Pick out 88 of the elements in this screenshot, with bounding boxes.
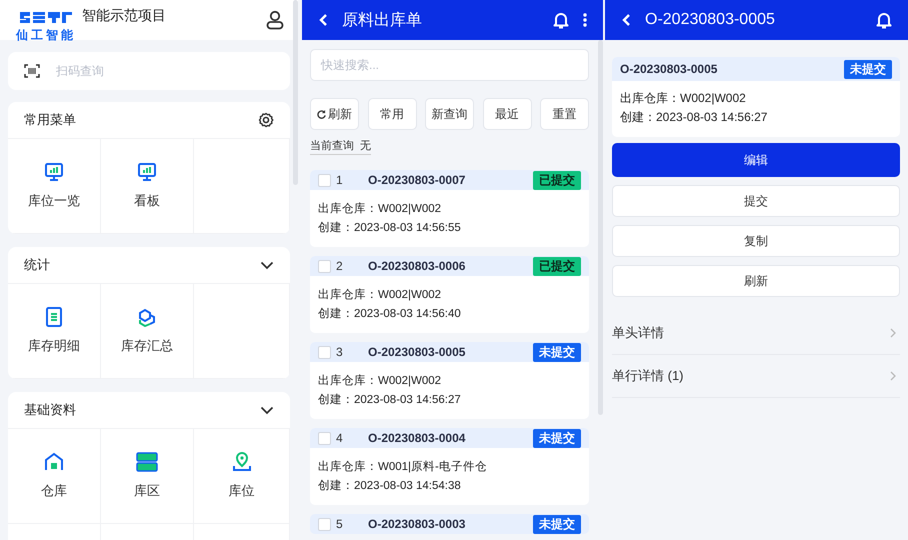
order-field: 创建：2023-08-03 14:56:27 xyxy=(318,391,581,410)
menu-tile[interactable]: 库存汇总 xyxy=(101,284,194,379)
monitor-chart-icon xyxy=(44,162,64,182)
page-title: O-20230803-0005 xyxy=(645,11,776,29)
checkbox[interactable] xyxy=(318,260,331,272)
toolbar-button[interactable]: 常用 xyxy=(368,98,416,130)
toolbar-button[interactable]: 新查询 xyxy=(425,98,474,130)
cubes-icon xyxy=(137,307,157,327)
scan-icon xyxy=(24,64,40,78)
row-index: 3 xyxy=(336,345,344,359)
user-icon[interactable] xyxy=(266,10,284,30)
order-number: O-20230803-0007 xyxy=(368,173,466,187)
menu-tile[interactable]: 库位 xyxy=(194,429,290,524)
status-badge: 未提交 xyxy=(533,428,581,448)
document-icon xyxy=(45,307,63,327)
location-pin-icon xyxy=(232,452,252,472)
chevron-down-icon[interactable] xyxy=(260,406,274,414)
status-badge: 已提交 xyxy=(533,256,581,276)
order-card[interactable]: 4 O-20230803-0004 未提交 出库仓库：W001|原料-电子件仓 创建：2023-08-03 14:54:38 xyxy=(310,428,589,505)
order-card[interactable]: 2 O-20230803-0006 已提交 出库仓库：W002|W002 创建：2023-08-03 14:56:40 xyxy=(310,256,589,333)
logo-text: 仙工智能 xyxy=(16,27,76,44)
status-badge: 已提交 xyxy=(533,170,581,190)
section-title: 统计 xyxy=(24,256,50,274)
logo-mark-icon xyxy=(18,10,74,24)
order-number: O-20230803-0005 xyxy=(620,62,718,76)
row-index: 2 xyxy=(336,259,344,273)
warehouse-icon xyxy=(44,452,64,472)
status-badge: 未提交 xyxy=(844,60,892,78)
back-icon[interactable] xyxy=(621,13,631,27)
page-title: 原料出库单 xyxy=(342,10,423,30)
row-index: 4 xyxy=(336,431,344,445)
query-value: 无 xyxy=(360,139,371,153)
order-field: 创建：2023-08-03 14:56:40 xyxy=(318,305,581,324)
order-card[interactable]: 1 O-20230803-0007 已提交 出库仓库：W002|W002 创建：2023-08-03 14:56:55 xyxy=(310,170,589,247)
order-number: O-20230803-0003 xyxy=(368,517,466,531)
order-field: 创建：2023-08-03 14:56:55 xyxy=(318,219,581,238)
scan-placeholder: 扫码查询 xyxy=(56,62,104,80)
section-title: 基础资料 xyxy=(24,401,76,419)
status-badge: 未提交 xyxy=(533,342,581,362)
scrollbar[interactable] xyxy=(598,40,603,415)
menu-tile[interactable]: 仓库 xyxy=(8,429,101,524)
order-number: O-20230803-0005 xyxy=(368,345,466,359)
menu-tile[interactable]: 库位一览 xyxy=(8,139,101,234)
order-field: 出库仓库：W002|W002 xyxy=(318,200,581,219)
checkbox[interactable] xyxy=(318,174,331,186)
checkbox[interactable] xyxy=(318,346,331,358)
detail-link[interactable]: 单行详情 (1) xyxy=(612,355,900,398)
scrollbar[interactable] xyxy=(293,0,298,185)
order-field: 创建：2023-08-03 14:56:27 xyxy=(620,108,892,127)
menu-tile[interactable]: 库存明细 xyxy=(8,284,101,379)
toolbar-button[interactable]: 刷新 xyxy=(310,98,359,130)
settings-icon[interactable] xyxy=(258,112,274,128)
shelves-icon xyxy=(136,452,158,472)
checkbox[interactable] xyxy=(318,518,331,530)
chevron-right-icon xyxy=(890,371,896,381)
order-number: O-20230803-0006 xyxy=(368,259,466,273)
order-field: 出库仓库：W002|W002 xyxy=(318,372,581,391)
order-field: 创建：2023-08-03 14:54:38 xyxy=(318,477,581,496)
row-index: 1 xyxy=(336,173,344,187)
bell-icon[interactable] xyxy=(553,11,569,29)
order-card[interactable]: 5 O-20230803-0003 未提交 xyxy=(310,514,589,534)
action-button[interactable]: 编辑 xyxy=(612,143,900,177)
order-number: O-20230803-0004 xyxy=(368,431,466,445)
action-button[interactable]: 提交 xyxy=(612,185,900,217)
checkbox[interactable] xyxy=(318,432,331,444)
project-title: 智能示范项目 xyxy=(82,7,167,25)
query-label: 当前查询 xyxy=(310,139,354,153)
order-field: 出库仓库：W001|原料-电子件仓 xyxy=(318,458,581,477)
detail-link[interactable]: 单头详情 xyxy=(612,312,900,355)
toolbar-button[interactable]: 重置 xyxy=(540,98,589,130)
toolbar-button[interactable]: 最近 xyxy=(482,98,532,130)
order-card[interactable]: 3 O-20230803-0005 未提交 出库仓库：W002|W002 创建：2023-08-03 14:56:27 xyxy=(310,342,589,419)
chevron-right-icon xyxy=(890,328,896,338)
order-field: 出库仓库：W002|W002 xyxy=(620,89,892,108)
menu-tile[interactable]: 看板 xyxy=(101,139,194,234)
refresh-icon xyxy=(317,110,326,118)
row-index: 5 xyxy=(336,517,344,531)
more-icon[interactable] xyxy=(583,13,587,27)
chevron-down-icon[interactable] xyxy=(260,260,274,270)
action-button[interactable]: 刷新 xyxy=(612,265,900,297)
menu-tile[interactable]: 库区 xyxy=(101,429,194,524)
monitor-chart-icon xyxy=(137,162,157,182)
status-badge: 未提交 xyxy=(533,514,581,534)
back-icon[interactable] xyxy=(318,13,328,27)
section-title: 常用菜单 xyxy=(24,111,76,129)
order-field: 出库仓库：W002|W002 xyxy=(318,286,581,305)
bell-icon[interactable] xyxy=(876,11,892,29)
action-button[interactable]: 复制 xyxy=(612,225,900,257)
